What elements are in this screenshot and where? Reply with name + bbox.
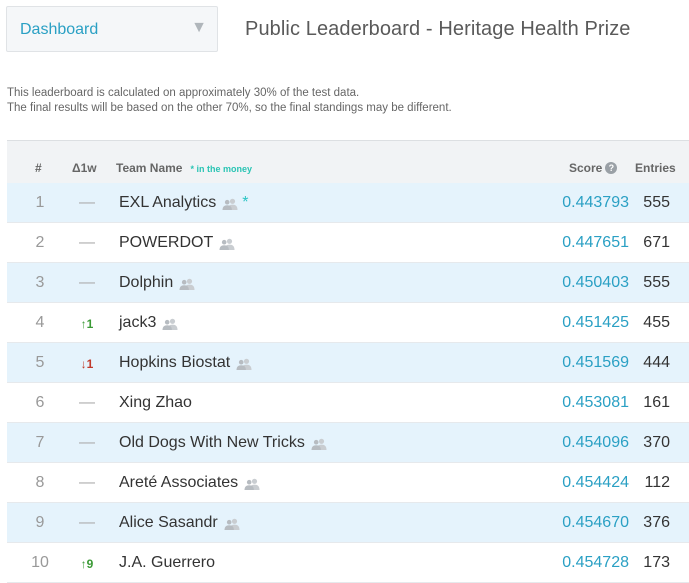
note-line-2: The final results will be based on the o… <box>7 102 452 114</box>
team-cell: Hopkins Biostat <box>119 354 252 372</box>
dashboard-dropdown[interactable]: Dashboard ▼ <box>6 6 218 52</box>
rank-cell: 1 <box>35 194 45 211</box>
score-cell[interactable]: 0.450403 <box>562 274 629 292</box>
table-row: 6 — Xing Zhao 0.453081 161 <box>7 383 689 423</box>
note-line-1: This leaderboard is calculated on approx… <box>7 87 360 99</box>
team-name-link[interactable]: Old Dogs With New Tricks <box>119 434 305 451</box>
team-cell: POWERDOT <box>119 234 235 252</box>
team-members-icon <box>236 357 252 370</box>
team-name-link[interactable]: POWERDOT <box>119 234 213 251</box>
team-cell: Dolphin <box>119 274 195 292</box>
entries-cell: 173 <box>643 554 670 571</box>
team-cell: Xing Zhao <box>119 394 192 412</box>
in-the-money-note: * in the money <box>190 164 252 174</box>
rank-cell: 2 <box>35 234 45 251</box>
page-title: Public Leaderboard - Heritage Health Pri… <box>245 18 631 40</box>
team-name-link[interactable]: Dolphin <box>119 274 173 291</box>
score-cell[interactable]: 0.451569 <box>562 354 629 372</box>
delta-cell: — <box>79 194 95 211</box>
entries-cell: 376 <box>643 514 670 531</box>
score-cell[interactable]: 0.454424 <box>562 474 629 492</box>
header-team-label: Team Name <box>116 161 183 175</box>
in-the-money-star: * <box>242 194 249 211</box>
team-name-link[interactable]: J.A. Guerrero <box>119 554 215 571</box>
rank-cell: 5 <box>35 354 45 371</box>
score-cell[interactable]: 0.451425 <box>562 314 629 332</box>
rank-cell: 7 <box>35 434 45 451</box>
delta-cell: — <box>79 434 95 451</box>
delta-cell: ↑1 <box>80 317 94 331</box>
team-members-icon <box>311 437 327 450</box>
header-entries[interactable]: Entries <box>635 161 676 175</box>
help-icon[interactable]: ? <box>605 161 618 174</box>
table-header: # Δ1w Team Name * in the money Score? Ent… <box>7 141 689 183</box>
score-cell[interactable]: 0.454096 <box>562 434 629 452</box>
table-row: 9 — Alice Sasandr 0.454670 376 <box>7 503 689 543</box>
rank-cell: 9 <box>35 514 45 531</box>
header-delta[interactable]: Δ1w <box>72 161 97 175</box>
team-members-icon <box>224 517 240 530</box>
team-members-icon <box>179 277 195 290</box>
delta-cell: — <box>79 474 95 491</box>
entries-cell: 444 <box>643 354 670 371</box>
table-row: 3 — Dolphin 0.450403 555 <box>7 263 689 303</box>
delta-cell: ↓1 <box>80 357 94 371</box>
team-cell: Alice Sasandr <box>119 514 240 532</box>
score-cell[interactable]: 0.443793 <box>562 194 629 212</box>
team-name-link[interactable]: jack3 <box>119 314 156 331</box>
rank-cell: 3 <box>35 274 45 291</box>
score-cell[interactable]: 0.454670 <box>562 514 629 532</box>
team-cell: EXL Analytics * <box>119 194 248 212</box>
table-row: 1 — EXL Analytics * 0.443793 555 <box>7 183 689 223</box>
team-cell: Old Dogs With New Tricks <box>119 434 327 452</box>
delta-cell: ↑9 <box>80 557 94 571</box>
team-name-link[interactable]: EXL Analytics <box>119 194 216 211</box>
leaderboard-table: # Δ1w Team Name * in the money Score? Ent… <box>7 140 689 583</box>
team-cell: Areté Associates <box>119 474 260 492</box>
rank-cell: 10 <box>31 554 49 571</box>
table-row: 8 — Areté Associates 0.454424 112 <box>7 463 689 503</box>
entries-cell: 161 <box>643 394 670 411</box>
score-cell[interactable]: 0.453081 <box>562 394 629 412</box>
entries-cell: 555 <box>643 274 670 291</box>
score-cell[interactable]: 0.447651 <box>562 234 629 252</box>
header-team[interactable]: Team Name * in the money <box>116 161 252 175</box>
team-members-icon <box>222 197 238 210</box>
table-row: 4 ↑1 jack3 0.451425 455 <box>7 303 689 343</box>
delta-cell: — <box>79 514 95 531</box>
rank-cell: 8 <box>35 474 45 491</box>
table-row: 5 ↓1 Hopkins Biostat 0.451569 444 <box>7 343 689 383</box>
entries-cell: 671 <box>643 234 670 251</box>
header-score-label: Score <box>569 161 603 175</box>
delta-cell: — <box>79 394 95 411</box>
team-cell: jack3 <box>119 314 178 332</box>
team-name-link[interactable]: Xing Zhao <box>119 394 192 411</box>
header-score[interactable]: Score? <box>569 161 618 175</box>
table-body: 1 — EXL Analytics * 0.443793 555 2 — POWERDOT 0.4… <box>7 183 689 583</box>
entries-cell: 555 <box>643 194 670 211</box>
table-row: 2 — POWERDOT 0.447651 671 <box>7 223 689 263</box>
delta-cell: — <box>79 234 95 251</box>
header-rank[interactable]: # <box>35 161 42 175</box>
team-members-icon <box>244 477 260 490</box>
team-members-icon <box>162 317 178 330</box>
team-name-link[interactable]: Areté Associates <box>119 474 238 491</box>
caret-down-icon: ▼ <box>191 19 207 36</box>
rank-cell: 4 <box>35 314 45 331</box>
entries-cell: 370 <box>643 434 670 451</box>
team-members-icon <box>219 237 235 250</box>
entries-cell: 455 <box>643 314 670 331</box>
entries-cell: 112 <box>644 474 670 491</box>
delta-cell: — <box>79 274 95 291</box>
score-cell[interactable]: 0.454728 <box>562 554 629 572</box>
rank-cell: 6 <box>35 394 45 411</box>
team-name-link[interactable]: Hopkins Biostat <box>119 354 230 371</box>
table-row: 7 — Old Dogs With New Tricks 0.454096 370 <box>7 423 689 463</box>
dropdown-label: Dashboard <box>20 21 99 38</box>
team-name-link[interactable]: Alice Sasandr <box>119 514 218 531</box>
leaderboard-note: This leaderboard is calculated on approx… <box>7 86 452 116</box>
team-cell: J.A. Guerrero <box>119 554 215 572</box>
table-row: 10 ↑9 J.A. Guerrero 0.454728 173 <box>7 543 689 583</box>
